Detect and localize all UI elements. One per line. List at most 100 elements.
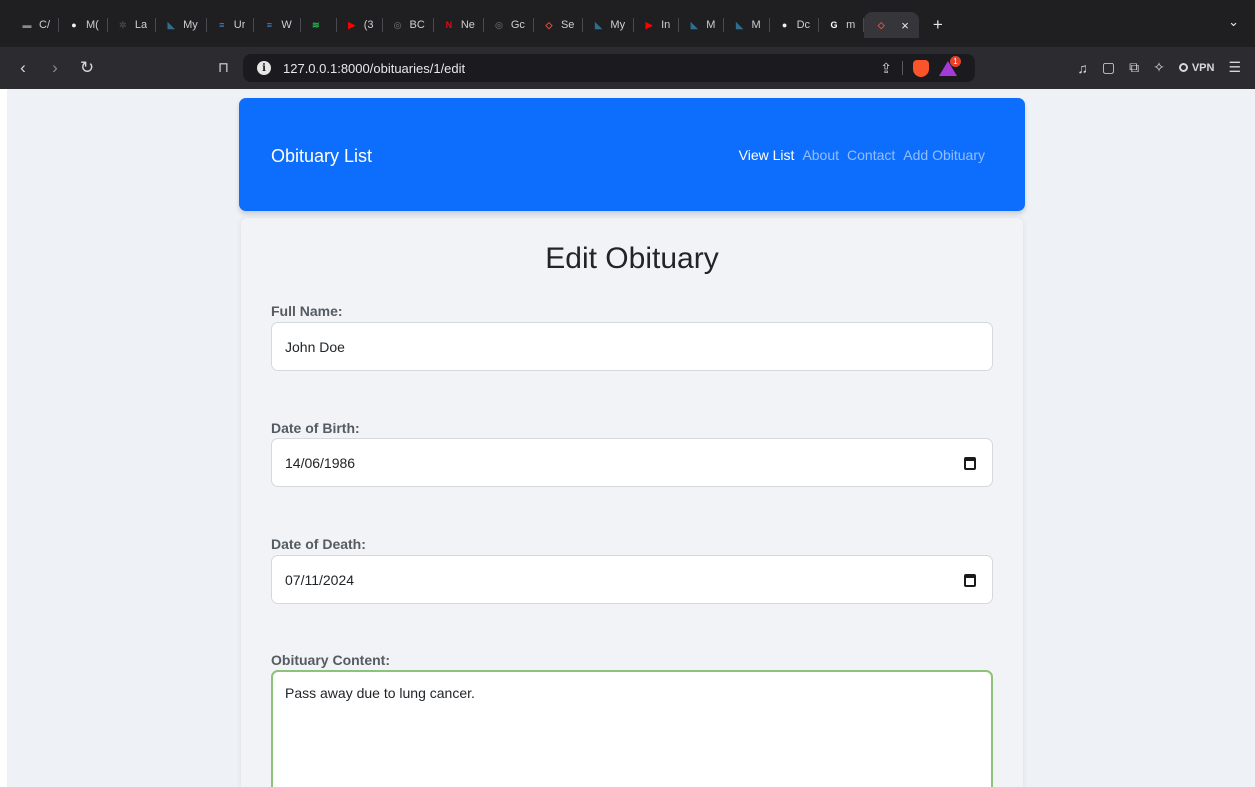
- tab-favicon-icon: ▶: [348, 19, 356, 30]
- browser-tab-strip: ▬ C/● M(✲ La ◣ My ≡ Ur ≡ W ≋ ▶ (3 ◎ BC N Ne ◎ Gc ◇ Se ◣ My ▶ In ◣…: [0, 0, 1255, 47]
- browser-tab-active[interactable]: ◇ ×: [864, 12, 919, 38]
- browser-tab[interactable]: ● Dc: [770, 12, 818, 38]
- nav-link-about[interactable]: About: [802, 147, 839, 163]
- address-bar[interactable]: i 127.0.0.1:8000/obituaries/1/edit ⇪ 1: [243, 54, 975, 82]
- browser-tab[interactable]: ◣ My: [156, 12, 206, 38]
- tab-favicon-icon: ◎: [393, 19, 402, 30]
- dod-value: 07/11/2024: [285, 571, 355, 588]
- tab-search-chevron-icon[interactable]: ⌄: [1228, 14, 1239, 30]
- browser-tab[interactable]: ▶ (3: [337, 12, 382, 38]
- browser-tab[interactable]: ▶ In: [634, 12, 678, 38]
- browser-tab[interactable]: N Ne: [434, 12, 483, 38]
- nav-link-view-list[interactable]: View List: [739, 147, 795, 163]
- tab-favicon-icon: ◇: [877, 19, 885, 30]
- browser-tab[interactable]: ◣ M: [679, 12, 723, 38]
- tab-label: M: [706, 19, 716, 31]
- page-viewport: Obituary List View List About Contact Ad…: [7, 89, 1255, 787]
- browser-tab[interactable]: ≡ W: [254, 12, 299, 38]
- dod-label: Date of Death:: [271, 536, 366, 552]
- browser-tab[interactable]: ▬ C/: [12, 12, 58, 38]
- full-name-input[interactable]: John Doe: [271, 322, 993, 371]
- content-label: Obituary Content:: [271, 652, 390, 668]
- tab-label: Gc: [510, 19, 525, 31]
- url-text[interactable]: 127.0.0.1:8000/obituaries/1/edit: [283, 61, 465, 76]
- tab-label: In: [661, 19, 671, 31]
- wallet-icon[interactable]: ⧉: [1129, 59, 1139, 76]
- sidebar-icon[interactable]: ▢: [1102, 59, 1115, 76]
- tab-label: C/: [39, 19, 50, 31]
- leo-ai-icon[interactable]: ✧: [1153, 59, 1165, 76]
- browser-tab[interactable]: ◣ M: [724, 12, 768, 38]
- full-name-value: John Doe: [285, 338, 345, 355]
- tab-label: m: [846, 19, 856, 31]
- calendar-icon[interactable]: [964, 457, 976, 470]
- tab-label: M(: [86, 19, 99, 31]
- tab-label: My: [183, 19, 198, 31]
- browser-tab[interactable]: ✲ La: [108, 12, 155, 38]
- tab-favicon-icon: ◎: [494, 19, 503, 30]
- browser-tab[interactable]: ◣ My: [583, 12, 633, 38]
- tab-favicon-icon: ◣: [735, 19, 743, 30]
- tab-label: M: [751, 19, 761, 31]
- dod-date-input[interactable]: 07/11/2024: [271, 555, 993, 604]
- tab-favicon-icon: ●: [71, 20, 77, 30]
- nav-links: View List About Contact Add Obituary: [739, 147, 985, 163]
- nav-link-contact[interactable]: Contact: [847, 147, 895, 163]
- bookmark-icon[interactable]: ⊓: [218, 59, 229, 76]
- tab-favicon-icon: ≡: [219, 20, 225, 30]
- browser-tab[interactable]: ◇ Se: [534, 12, 582, 38]
- obituary-content-textarea[interactable]: Pass away due to lung cancer.: [271, 670, 993, 787]
- tab-favicon-icon: ▬: [22, 20, 32, 30]
- tab-favicon-icon: N: [445, 20, 453, 30]
- dob-value: 14/06/1986: [285, 454, 356, 471]
- toolbar-right-actions: ♫ ▢ ⧉ ✧ VPN ☰: [1077, 59, 1241, 76]
- tab-favicon-icon: ▶: [645, 19, 653, 30]
- tab-list: ▬ C/● M(✲ La ◣ My ≡ Ur ≡ W ≋ ▶ (3 ◎ BC N Ne ◎ Gc ◇ Se ◣ My ▶ In ◣…: [12, 12, 943, 38]
- browser-tab[interactable]: ≋: [301, 12, 336, 38]
- site-navbar: Obituary List View List About Contact Ad…: [239, 98, 1025, 211]
- calendar-icon[interactable]: [964, 574, 976, 587]
- tab-favicon-icon: ◣: [167, 19, 175, 30]
- reload-icon[interactable]: ↻: [78, 58, 96, 78]
- tab-label: W: [281, 19, 292, 31]
- vpn-label: VPN: [1191, 61, 1215, 74]
- browser-tab[interactable]: ≡ Ur: [207, 12, 254, 38]
- edit-form-card: Edit Obituary Full Name: John Doe Date o…: [241, 218, 1023, 787]
- tab-label: Dc: [796, 19, 811, 31]
- tab-favicon-icon: ≡: [266, 20, 272, 30]
- tab-favicon-icon: ◣: [690, 19, 698, 30]
- dob-date-input[interactable]: 14/06/1986: [271, 438, 993, 487]
- browser-tab[interactable]: Gm: [819, 12, 863, 38]
- tab-favicon-icon: ◣: [594, 19, 602, 30]
- tab-favicon-icon: ◇: [545, 19, 553, 30]
- full-name-label: Full Name:: [271, 303, 343, 319]
- menu-icon[interactable]: ☰: [1228, 59, 1241, 76]
- vpn-button[interactable]: VPN: [1178, 61, 1215, 74]
- page-title: Edit Obituary: [545, 242, 719, 275]
- media-icon[interactable]: ♫: [1077, 60, 1088, 76]
- tab-close-icon[interactable]: ×: [901, 18, 909, 33]
- share-icon[interactable]: ⇪: [880, 60, 892, 77]
- tab-label: (3: [363, 19, 374, 31]
- tab-label: Se: [560, 19, 575, 31]
- forward-icon[interactable]: ›: [46, 58, 64, 78]
- tab-favicon-icon: ≋: [311, 19, 320, 30]
- content-value: Pass away due to lung cancer.: [285, 685, 475, 701]
- browser-tab[interactable]: ◎ BC: [383, 12, 433, 38]
- new-tab-button[interactable]: +: [933, 15, 943, 35]
- tab-favicon-icon: G: [830, 20, 838, 30]
- brave-rewards-icon[interactable]: 1: [939, 56, 961, 77]
- browser-tab[interactable]: ● M(: [59, 12, 107, 38]
- browser-toolbar: ‹ › ↻ ⊓ i 127.0.0.1:8000/obituaries/1/ed…: [0, 47, 1255, 89]
- navbar-brand[interactable]: Obituary List: [271, 146, 372, 167]
- tab-label: Ne: [460, 19, 475, 31]
- tab-label: My: [610, 19, 626, 31]
- brave-shields-icon[interactable]: [913, 59, 929, 77]
- rewards-badge: 1: [950, 56, 961, 67]
- tab-label: BC: [409, 19, 425, 31]
- nav-link-add-obituary[interactable]: Add Obituary: [903, 147, 985, 163]
- browser-tab[interactable]: ◎ Gc: [484, 12, 533, 38]
- divider: [902, 61, 903, 75]
- site-info-icon[interactable]: i: [257, 61, 271, 75]
- back-icon[interactable]: ‹: [14, 58, 32, 78]
